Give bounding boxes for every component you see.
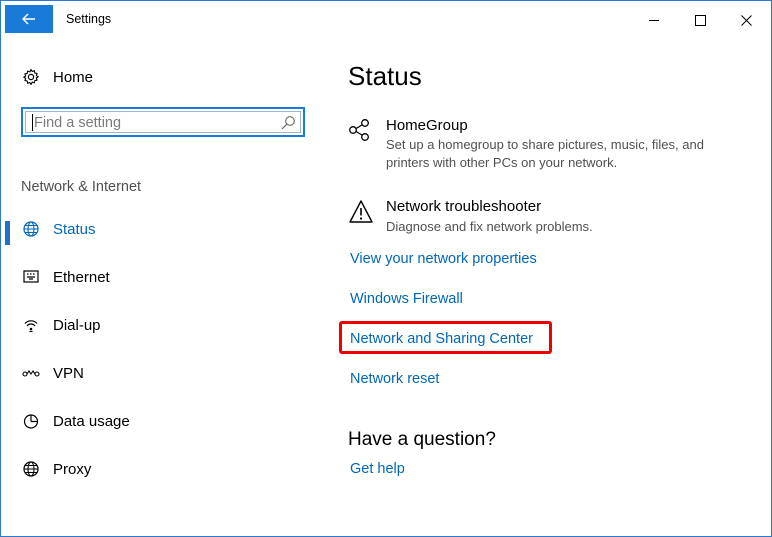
search-icon[interactable] <box>280 115 296 131</box>
sidebar-item-label: VPN <box>53 364 84 382</box>
close-icon <box>740 14 752 26</box>
link-network-reset[interactable]: Network reset <box>350 371 439 387</box>
back-arrow-icon <box>22 13 35 25</box>
close-button[interactable] <box>723 7 769 33</box>
search-input[interactable]: Find a setting <box>21 107 305 137</box>
sidebar-item-label: Status <box>53 220 96 238</box>
link-windows-firewall[interactable]: Windows Firewall <box>350 291 463 307</box>
ethernet-icon <box>22 268 40 286</box>
link-network-sharing-center[interactable]: Network and Sharing Center <box>350 331 533 347</box>
settings-window: Settings Home Find a setting Network & I… <box>0 0 772 537</box>
homegroup-description: Set up a homegroup to share pictures, mu… <box>386 137 704 170</box>
troubleshooter-description: Diagnose and fix network problems. <box>386 219 593 234</box>
homegroup-icon <box>349 119 369 141</box>
maximize-button[interactable] <box>677 7 723 33</box>
troubleshooter-title[interactable]: Network troubleshooter <box>386 198 541 215</box>
sidebar-item-status[interactable]: Status <box>1 209 321 249</box>
minimize-icon <box>648 19 659 21</box>
gear-icon <box>22 68 40 86</box>
sidebar-item-label: Ethernet <box>53 268 110 286</box>
vpn-icon <box>22 364 40 382</box>
homegroup-title[interactable]: HomeGroup <box>386 117 468 134</box>
sidebar-item-label: Proxy <box>53 460 92 478</box>
window-title: Settings <box>66 12 112 26</box>
maximize-icon <box>694 14 706 26</box>
dialup-icon <box>22 316 40 334</box>
title-bar: Settings <box>1 1 771 37</box>
sidebar-item-vpn[interactable]: VPN <box>1 353 321 393</box>
sidebar-item-ethernet[interactable]: Ethernet <box>1 257 321 297</box>
minimize-button[interactable] <box>631 7 677 33</box>
link-view-network-properties[interactable]: View your network properties <box>350 251 537 267</box>
sidebar-home[interactable]: Home <box>1 57 321 97</box>
active-indicator <box>5 221 10 245</box>
sidebar-item-data-usage[interactable]: Data usage <box>1 401 321 441</box>
section-heading: Network & Internet <box>21 179 142 195</box>
page-title: Status <box>348 61 422 91</box>
globe-icon <box>22 460 40 478</box>
back-button[interactable] <box>5 5 53 33</box>
question-heading: Have a question? <box>348 429 496 450</box>
globe-icon <box>22 220 40 238</box>
sidebar-item-proxy[interactable]: Proxy <box>1 449 321 489</box>
search-placeholder: Find a setting <box>34 115 122 131</box>
sidebar-item-label: Dial-up <box>53 316 101 334</box>
data-usage-icon <box>22 412 40 430</box>
link-get-help[interactable]: Get help <box>350 461 405 477</box>
warning-icon <box>349 200 373 223</box>
text-caret <box>32 114 33 131</box>
sidebar-item-label: Data usage <box>53 412 130 430</box>
sidebar-item-dial-up[interactable]: Dial-up <box>1 305 321 345</box>
sidebar-home-label: Home <box>53 68 94 86</box>
